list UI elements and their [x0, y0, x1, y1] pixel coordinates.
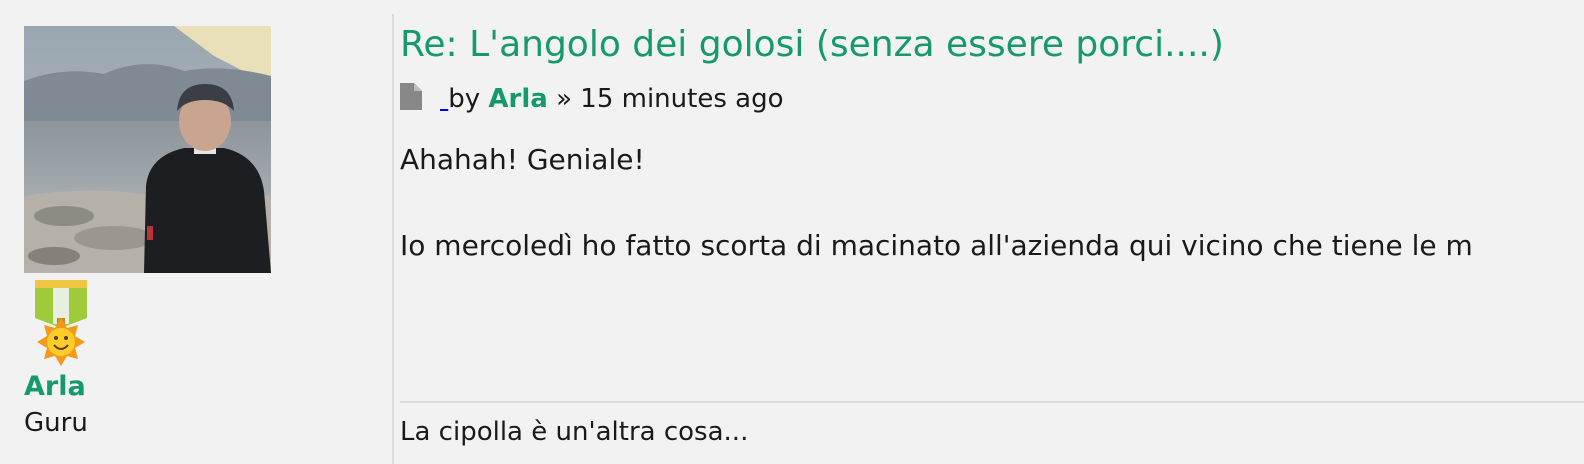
post-time: 15 minutes ago [580, 84, 784, 114]
post-profile: Arla Guru [0, 0, 392, 464]
rank-title: Guru [24, 408, 88, 438]
file-icon [400, 83, 422, 110]
post-title-link[interactable]: Re: L'angolo dei golosi (senza essere po… [400, 22, 1224, 68]
avatar[interactable] [24, 26, 271, 273]
username-link[interactable]: Arla [24, 370, 86, 404]
profile-divider [392, 14, 394, 464]
signature-divider [400, 401, 1584, 403]
post-permalink[interactable] [400, 83, 448, 114]
post-signature: La cipolla è un'altra cosa... [400, 417, 749, 447]
post-body: Re: L'angolo dei golosi (senza essere po… [400, 0, 1584, 464]
by-label: by [448, 84, 481, 114]
post-paragraph: Ahahah! Geniale! [400, 143, 645, 176]
medal-icon [35, 280, 87, 366]
post-author-link[interactable]: Arla [488, 84, 547, 114]
post-paragraph: Io mercoledì ho fatto scorta di macinato… [400, 229, 1473, 262]
forum-post: Arla Guru Re: L'angolo dei golosi (senza… [0, 0, 1584, 464]
meta-separator: » [556, 84, 573, 114]
post-content: Ahahah! Geniale! Io mercoledì ho fatto s… [400, 140, 1473, 266]
post-author-line: by Arla » 15 minutes ago [400, 82, 783, 116]
